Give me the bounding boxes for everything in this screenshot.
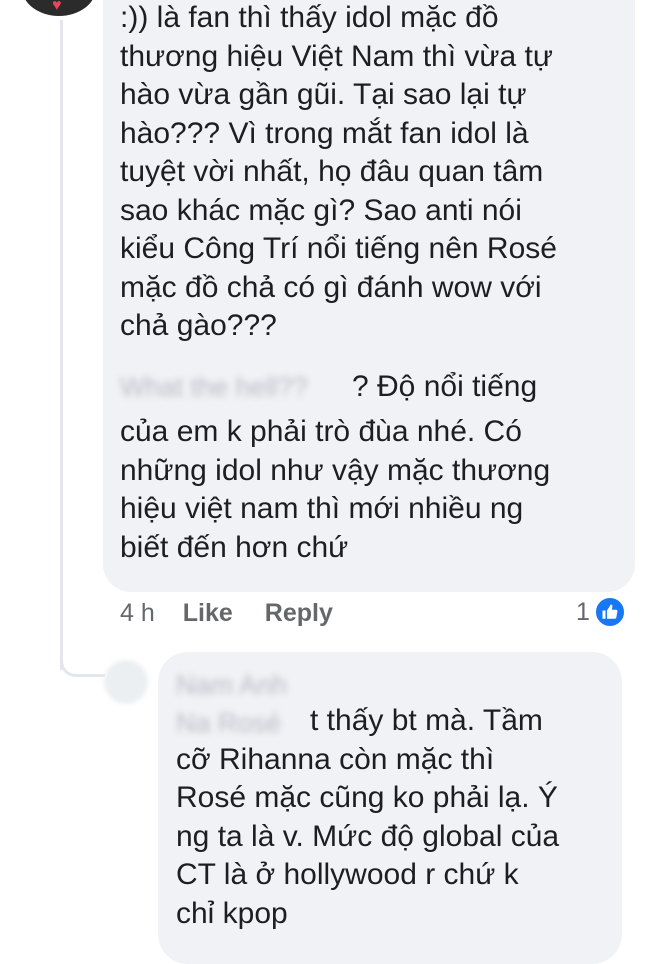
reply-line: Rosé mặc cũng ko phải lạ. Ý (176, 781, 558, 814)
avatar[interactable]: ♥ (22, 0, 96, 16)
comment-line: thương hiệu Việt Nam thì vừa tự (120, 39, 553, 73)
comment-line: hào??? Vì trong mắt fan idol là (120, 116, 529, 150)
avatar[interactable] (104, 660, 148, 704)
comment-actions: 4 h Like Reply (120, 596, 333, 630)
comment-line: tuyệt vời nhất, họ đâu quan tâm (120, 155, 544, 188)
comment-line: những idol như vậy mặc thương (120, 453, 551, 487)
reply-line: ng ta là v. Mức độ global của (176, 819, 560, 853)
comment-line: sao khác mặc gì? Sao anti nói (120, 193, 522, 227)
comment-line: biết đến hơn chứ (120, 530, 349, 564)
reply-author-name[interactable]: Nam Anh (176, 670, 287, 701)
reply-button[interactable]: Reply (265, 599, 333, 628)
like-button[interactable]: Like (183, 599, 233, 628)
reply-line: t thấy bt mà. Tầm (310, 704, 543, 737)
comment-line: hiệu việt nam thì mới nhiều ng (120, 492, 524, 525)
comment-line: chả gào??? (120, 309, 277, 342)
reply-line: chỉ kpop (176, 896, 288, 930)
comment-line: của em k phải trò đùa nhé. Có (120, 415, 522, 448)
reaction-count: 1 (576, 597, 590, 626)
comment-line: :)) là fan thì thấy idol mặc đồ (120, 1, 499, 34)
comment-line: mặc đồ chả có gì đánh wow với (120, 270, 542, 304)
thread-line (60, 20, 63, 670)
comment-line: hào vừa gần gũi. Tại sao lại tự (120, 78, 527, 111)
reply-line: CT là ở hollywood r chứ k (176, 858, 519, 891)
heart-icon: ♥ (52, 0, 62, 14)
comment-line: ? Độ nổi tiếng (352, 370, 538, 403)
thread-branch (60, 655, 105, 677)
thumbs-up-icon (593, 596, 626, 628)
reply-line: cỡ Rihanna còn mặc thì (176, 742, 495, 776)
blurred-mention: Na Rosé (176, 708, 282, 738)
blurred-mention: What the hell?? (120, 372, 308, 402)
comment-line: kiểu Công Trí nổi tiếng nên Rosé (120, 232, 557, 265)
comment-timestamp[interactable]: 4 h (120, 599, 155, 628)
reaction-summary[interactable]: 1 (576, 596, 626, 628)
